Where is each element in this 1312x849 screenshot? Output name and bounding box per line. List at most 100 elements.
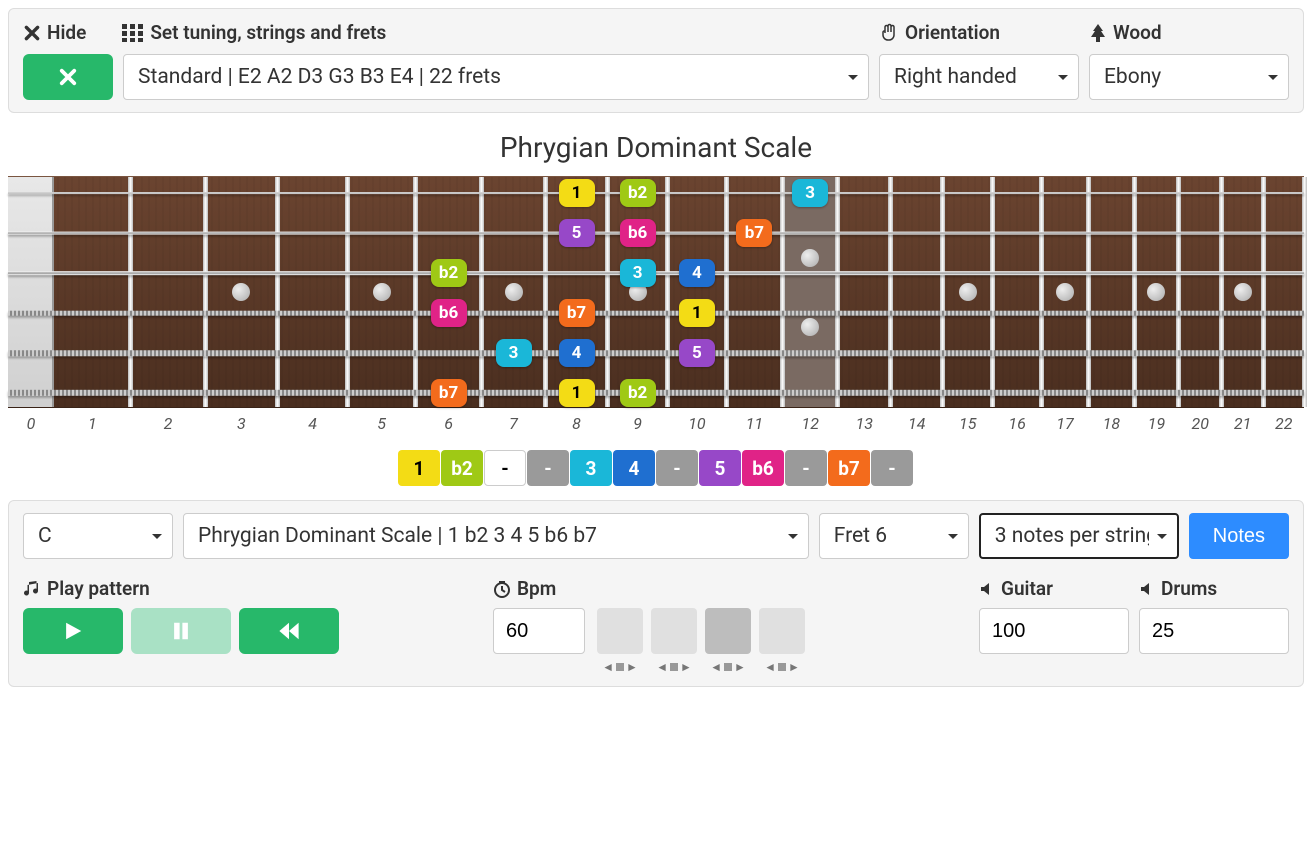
play-button[interactable]	[23, 608, 123, 654]
fretboard-note[interactable]: 1	[559, 379, 595, 407]
fretboard: 1b235b6b7b234b6b71345b71b2 0123456789101…	[8, 176, 1304, 436]
interval-cell[interactable]: b7	[828, 450, 870, 486]
fretboard-note[interactable]: b2	[620, 379, 656, 407]
fretboard-note[interactable]: b7	[559, 299, 595, 327]
scale-title: Phrygian Dominant Scale	[0, 131, 1312, 164]
interval-cell[interactable]: b2	[441, 450, 483, 486]
fretboard-note[interactable]: 4	[559, 339, 595, 367]
interval-cell[interactable]: -	[785, 450, 827, 486]
fretboard-note[interactable]: b7	[431, 379, 467, 407]
play-pattern-label: Play pattern	[23, 577, 483, 600]
clock-icon	[493, 580, 511, 598]
interval-cell[interactable]: 4	[613, 450, 655, 486]
fret-number: 1	[54, 414, 131, 433]
fretboard-note[interactable]: b7	[736, 219, 772, 247]
fretboard-note[interactable]: 5	[559, 219, 595, 247]
wood-select[interactable]: Ebony	[1089, 54, 1289, 100]
volume-icon	[1139, 581, 1155, 597]
tree-icon	[1089, 23, 1107, 43]
rewind-button[interactable]	[239, 608, 339, 654]
fret-number: 8	[546, 414, 608, 433]
fret-number: 9	[608, 414, 668, 433]
interval-cell[interactable]: 5	[699, 450, 741, 486]
guitar-volume-label: Guitar	[979, 577, 1129, 600]
fretboard-note[interactable]: 3	[792, 179, 828, 207]
fretboard-note[interactable]: 5	[679, 339, 715, 367]
beat-indicator[interactable]	[759, 608, 805, 654]
pause-icon	[170, 620, 192, 642]
rewind-icon	[278, 620, 300, 642]
volume-icon	[979, 581, 995, 597]
fret-number: 0	[8, 414, 54, 433]
interval-cell[interactable]: 3	[570, 450, 612, 486]
beat-indicator[interactable]	[705, 608, 751, 654]
interval-cell[interactable]: 1	[398, 450, 440, 486]
clear-button[interactable]	[23, 54, 113, 100]
fret-number: 17	[1041, 414, 1088, 433]
interval-cell[interactable]: b6	[742, 450, 784, 486]
wood-label: Wood	[1089, 21, 1289, 44]
fret-number: 5	[348, 414, 416, 433]
fretboard-note[interactable]: 1	[679, 299, 715, 327]
fret-number: 2	[131, 414, 205, 433]
fret-number: 7	[482, 414, 546, 433]
top-panel: Hide Set tuning, strings and frets Orien…	[8, 8, 1304, 113]
fret-number: 4	[278, 414, 348, 433]
orientation-select[interactable]: Right handed	[879, 54, 1079, 100]
bpm-label: Bpm	[493, 577, 805, 600]
x-icon	[58, 67, 78, 87]
fret-number: 22	[1263, 414, 1304, 433]
hide-button[interactable]: Hide	[23, 21, 86, 44]
fretboard-note[interactable]: 1	[559, 179, 595, 207]
bpm-input[interactable]	[493, 608, 585, 654]
fret-number: 14	[891, 414, 943, 433]
beat-arrow-control[interactable]: ◄►	[759, 660, 805, 674]
fretboard-note[interactable]: b6	[620, 219, 656, 247]
mode-select[interactable]: 3 notes per string	[979, 513, 1179, 559]
fret-number: 19	[1134, 414, 1178, 433]
fret-number: 11	[726, 414, 783, 433]
fret-number: 13	[838, 414, 891, 433]
root-select[interactable]: C	[23, 513, 173, 559]
interval-strip: 1b2--34-5b6-b7-	[0, 450, 1312, 486]
bottom-panel: C Phrygian Dominant Scale | 1 b2 3 4 5 b…	[8, 500, 1304, 687]
fret-number: 15	[943, 414, 993, 433]
tuning-label: Set tuning, strings and frets	[122, 21, 386, 44]
close-icon	[23, 24, 41, 42]
pause-button	[131, 608, 231, 654]
fretboard-note[interactable]: 3	[496, 339, 532, 367]
fret-number: 12	[783, 414, 838, 433]
drums-volume-input[interactable]	[1139, 608, 1289, 654]
fretboard-note[interactable]: b6	[431, 299, 467, 327]
hand-icon	[879, 23, 899, 43]
orientation-label: Orientation	[879, 21, 1079, 44]
fret-number: 18	[1089, 414, 1135, 433]
scale-select[interactable]: Phrygian Dominant Scale | 1 b2 3 4 5 b6 …	[183, 513, 809, 559]
guitar-volume-input[interactable]	[979, 608, 1129, 654]
interval-cell[interactable]: -	[527, 450, 569, 486]
position-select[interactable]: Fret 6	[819, 513, 969, 559]
beat-arrow-control[interactable]: ◄►	[651, 660, 697, 674]
fret-number: 20	[1179, 414, 1222, 433]
notes-button[interactable]: Notes	[1189, 513, 1289, 559]
beat-row	[597, 608, 805, 654]
tuning-select[interactable]: Standard | E2 A2 D3 G3 B3 E4 | 22 frets	[123, 54, 869, 100]
beat-arrow-control[interactable]: ◄►	[597, 660, 643, 674]
play-icon	[62, 620, 84, 642]
fretboard-note[interactable]: 4	[679, 259, 715, 287]
beat-indicator[interactable]	[651, 608, 697, 654]
fretboard-note[interactable]: b2	[431, 259, 467, 287]
fretboard-note[interactable]: b2	[620, 179, 656, 207]
beat-arrow-control[interactable]: ◄►	[705, 660, 751, 674]
fret-number: 3	[205, 414, 277, 433]
fret-number: 21	[1222, 414, 1264, 433]
fret-number: 10	[668, 414, 726, 433]
music-icon	[23, 580, 41, 598]
interval-cell[interactable]: -	[484, 450, 526, 486]
interval-cell[interactable]: -	[871, 450, 913, 486]
fretboard-note[interactable]: 3	[620, 259, 656, 287]
interval-cell[interactable]: -	[656, 450, 698, 486]
grid-icon	[122, 24, 144, 42]
drums-volume-label: Drums	[1139, 577, 1289, 600]
beat-indicator[interactable]	[597, 608, 643, 654]
